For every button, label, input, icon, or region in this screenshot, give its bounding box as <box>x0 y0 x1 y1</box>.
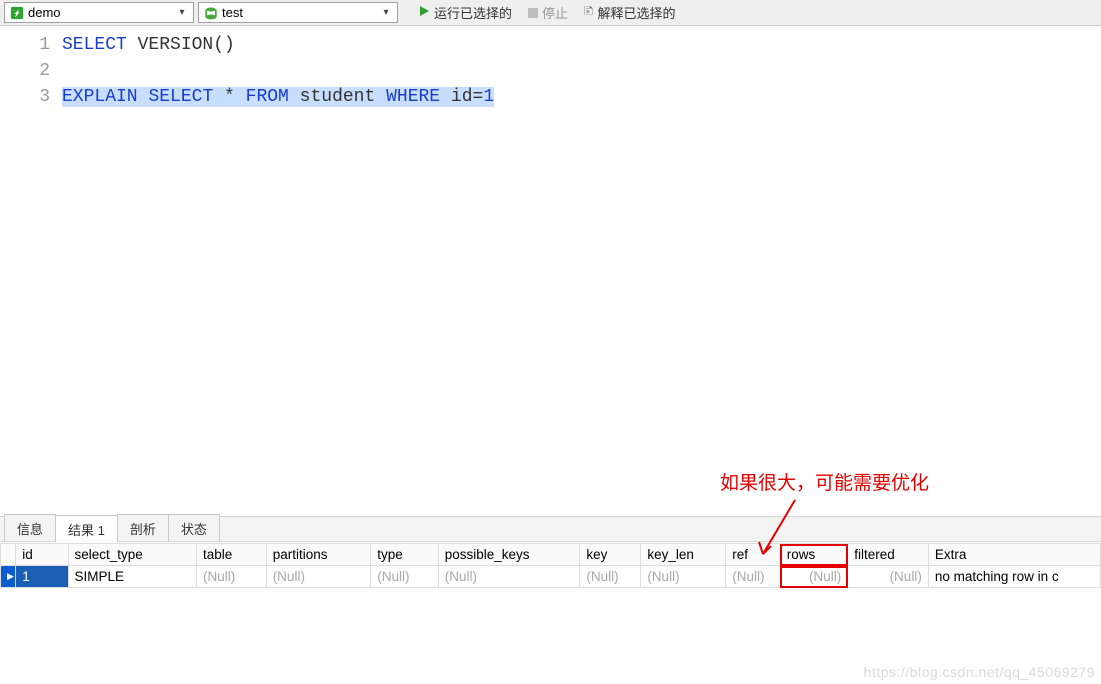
chevron-down-icon: ▾ <box>377 4 395 22</box>
column-header[interactable]: table <box>197 544 267 566</box>
table-row[interactable]: ▶1SIMPLE(Null)(Null)(Null)(Null)(Null)(N… <box>1 566 1101 588</box>
explain-selected-button[interactable]: 🗈 解释已选择的 <box>578 2 682 24</box>
result-grid[interactable]: idselect_typetablepartitionstypepossible… <box>0 542 1101 588</box>
tab-info[interactable]: 信息 <box>4 514 56 541</box>
tab-result-1[interactable]: 结果 1 <box>55 515 118 542</box>
connection-icon <box>9 5 24 20</box>
result-tabs: 信息 结果 1 剖析 状态 <box>0 516 1101 542</box>
cell[interactable]: (Null) <box>641 566 726 588</box>
stop-icon <box>528 8 538 18</box>
line-number: 2 <box>0 58 50 84</box>
line-number: 1 <box>0 32 50 58</box>
column-header[interactable]: type <box>371 544 439 566</box>
column-header[interactable]: rows <box>780 544 848 566</box>
run-label: 运行已选择的 <box>434 3 512 22</box>
column-header[interactable]: key_len <box>641 544 726 566</box>
cell[interactable]: (Null) <box>266 566 371 588</box>
chevron-down-icon: ▾ <box>173 4 191 22</box>
cell[interactable]: (Null) <box>197 566 267 588</box>
cell[interactable]: (Null) <box>780 566 848 588</box>
column-header[interactable]: partitions <box>266 544 371 566</box>
column-header[interactable]: Extra <box>928 544 1100 566</box>
column-header[interactable]: id <box>16 544 68 566</box>
explain-icon: 🗈 <box>584 2 594 24</box>
cell[interactable]: 1 <box>16 566 68 588</box>
column-header[interactable]: key <box>580 544 641 566</box>
sql-editor[interactable]: 123 SELECT VERSION() EXPLAIN SELECT * FRO… <box>0 26 1101 516</box>
column-header[interactable]: filtered <box>848 544 929 566</box>
cell[interactable]: (Null) <box>371 566 439 588</box>
toolbar: demo ▾ test ▾ 运行已选择的 停止 🗈 解释已选择的 <box>0 0 1101 26</box>
explain-label: 解释已选择的 <box>598 3 676 22</box>
cell[interactable]: (Null) <box>726 566 780 588</box>
cell[interactable]: (Null) <box>580 566 641 588</box>
row-indicator-header <box>1 544 16 566</box>
tab-profile[interactable]: 剖析 <box>117 514 169 541</box>
code-line[interactable] <box>62 58 1101 84</box>
cell[interactable]: (Null) <box>438 566 580 588</box>
column-header[interactable]: possible_keys <box>438 544 580 566</box>
database-label: test <box>222 5 373 20</box>
cell[interactable]: no matching row in c <box>928 566 1100 588</box>
stop-button: 停止 <box>522 2 574 24</box>
column-header[interactable]: ref <box>726 544 780 566</box>
database-combo[interactable]: test ▾ <box>198 2 398 23</box>
code-line[interactable]: EXPLAIN SELECT * FROM student WHERE id=1 <box>62 84 1101 110</box>
connection-label: demo <box>28 5 169 20</box>
tab-status[interactable]: 状态 <box>168 514 220 541</box>
line-number: 3 <box>0 84 50 110</box>
database-icon <box>203 5 218 20</box>
line-gutter: 123 <box>0 32 62 516</box>
run-selected-button[interactable]: 运行已选择的 <box>412 2 518 24</box>
annotation-text: 如果很大，可能需要优化 <box>720 468 929 495</box>
row-indicator: ▶ <box>1 566 16 588</box>
column-header[interactable]: select_type <box>68 544 197 566</box>
play-icon <box>418 5 430 20</box>
code-area[interactable]: SELECT VERSION() EXPLAIN SELECT * FROM st… <box>62 32 1101 516</box>
connection-combo[interactable]: demo ▾ <box>4 2 194 23</box>
stop-label: 停止 <box>542 3 568 22</box>
cell[interactable]: SIMPLE <box>68 566 197 588</box>
code-line[interactable]: SELECT VERSION() <box>62 32 1101 58</box>
cell[interactable]: (Null) <box>848 566 929 588</box>
watermark: https://blog.csdn.net/qq_45069279 <box>864 664 1095 680</box>
